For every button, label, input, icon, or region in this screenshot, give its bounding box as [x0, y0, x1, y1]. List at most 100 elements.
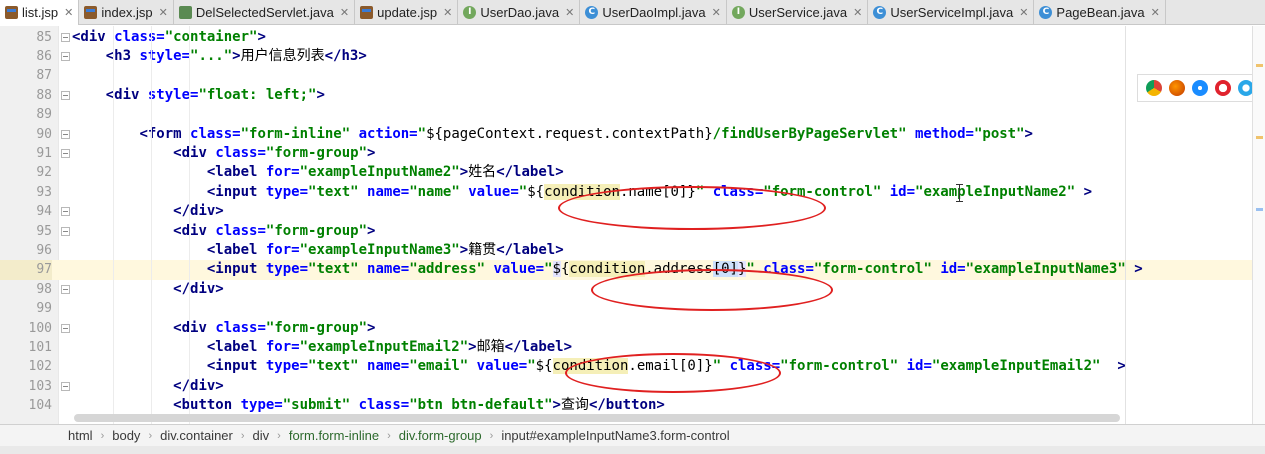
- tab-list-jsp[interactable]: list.jsp ✕: [0, 0, 80, 25]
- jsp-file-icon: [360, 6, 374, 19]
- tab-label: UserDaoImpl.java: [602, 5, 706, 20]
- scroll-marker: [1256, 208, 1263, 211]
- tab-label: update.jsp: [377, 5, 438, 20]
- code-text: <div class="form-group">: [173, 319, 376, 336]
- browser-preview-bar: [1137, 74, 1263, 102]
- tab-userserviceimpl-java[interactable]: C UserServiceImpl.java ✕: [868, 0, 1035, 25]
- chevron-right-icon: ›: [489, 429, 494, 442]
- close-icon[interactable]: ✕: [1019, 6, 1028, 19]
- line-number: 89: [36, 107, 52, 123]
- tab-label: UserServiceImpl.java: [890, 5, 1014, 20]
- breadcrumb-item[interactable]: div.container: [160, 428, 233, 443]
- line-number: 91: [36, 145, 52, 161]
- tab-userservice-java[interactable]: I UserService.java ✕: [727, 0, 869, 25]
- fold-toggle-icon[interactable]: [61, 129, 70, 139]
- line-number: 100: [28, 320, 52, 336]
- close-icon[interactable]: ✕: [712, 6, 721, 19]
- tab-update-jsp[interactable]: update.jsp ✕: [355, 0, 459, 25]
- code-text: <div class="form-group">: [173, 222, 376, 239]
- tab-delselectedservlet-java[interactable]: DelSelectedServlet.java ✕: [174, 0, 356, 25]
- fold-toggle-icon[interactable]: [61, 226, 70, 236]
- vertical-scrollbar[interactable]: [1252, 26, 1265, 424]
- chevron-right-icon: ›: [240, 429, 245, 442]
- interface-icon: I: [731, 6, 745, 19]
- tab-index-jsp[interactable]: index.jsp ✕: [79, 0, 174, 25]
- chrome-icon[interactable]: [1145, 80, 1162, 96]
- jsp-file-icon: [5, 6, 18, 19]
- code-text: <form class="form-inline" action="${page…: [139, 125, 1033, 142]
- chevron-right-icon: ›: [148, 429, 153, 442]
- line-number: 98: [36, 281, 52, 297]
- line-number: 88: [36, 87, 52, 103]
- code-text: </div>: [173, 203, 224, 220]
- firefox-icon[interactable]: [1168, 80, 1185, 96]
- class-icon: C: [585, 6, 599, 19]
- chevron-right-icon: ›: [100, 429, 105, 442]
- breadcrumb: html › body › div.container › div › form.form-in…: [0, 424, 1265, 446]
- chevron-right-icon: ›: [387, 429, 391, 442]
- right-margin-guide: [1125, 26, 1126, 424]
- opera-icon[interactable]: [1215, 80, 1232, 96]
- code-editor[interactable]: 85 <div class="container"> 86 <h3 style=".…: [0, 26, 1265, 424]
- tab-userdaoimpl-java[interactable]: C UserDaoImpl.java ✕: [580, 0, 727, 25]
- code-text: </div>: [173, 280, 224, 297]
- line-number: 103: [28, 378, 52, 394]
- text-cursor: [956, 184, 963, 202]
- class-icon: C: [873, 6, 887, 19]
- fold-toggle-icon[interactable]: [61, 32, 70, 42]
- indent-guide: [113, 26, 114, 424]
- fold-toggle-icon[interactable]: [61, 381, 70, 391]
- code-text: <h3 style="...">用户信息列表</h3>: [105, 47, 367, 64]
- code-text: <div class="container">: [72, 28, 266, 45]
- fold-toggle-icon[interactable]: [61, 323, 70, 333]
- line-number: 96: [36, 242, 52, 258]
- close-icon[interactable]: ✕: [443, 6, 452, 19]
- jsp-file-icon: [84, 6, 98, 19]
- horizontal-scrollbar[interactable]: [74, 414, 1120, 422]
- indent-guide: [189, 26, 190, 424]
- fold-toggle-icon[interactable]: [61, 284, 70, 294]
- tab-label: PageBean.java: [1056, 5, 1145, 20]
- breadcrumb-item[interactable]: input#exampleInputName3.form-control: [501, 428, 729, 443]
- interface-icon: I: [463, 6, 477, 19]
- safari-icon[interactable]: [1191, 80, 1208, 96]
- breadcrumb-item[interactable]: form.form-inline: [289, 428, 379, 443]
- code-text: <label for="exampleInputName2">姓名</label…: [206, 164, 564, 181]
- chevron-right-icon: ›: [277, 429, 281, 442]
- annotation-circle-name: [558, 186, 826, 230]
- class-icon: C: [1039, 6, 1053, 19]
- close-icon[interactable]: ✕: [565, 6, 574, 19]
- line-number: 85: [36, 29, 52, 45]
- close-icon[interactable]: ✕: [159, 6, 168, 19]
- tab-userdao-java[interactable]: I UserDao.java ✕: [458, 0, 581, 25]
- annotation-circle-email: [565, 353, 781, 393]
- fold-toggle-icon[interactable]: [61, 90, 70, 100]
- code-text: <label for="exampleInputEmail2">邮箱</labe…: [206, 338, 573, 355]
- close-icon[interactable]: ✕: [853, 6, 862, 19]
- tab-label: list.jsp: [22, 5, 59, 20]
- annotation-circle-address: [591, 269, 833, 311]
- breadcrumb-item[interactable]: body: [112, 428, 140, 443]
- scroll-marker: [1256, 136, 1263, 139]
- breadcrumb-item[interactable]: div: [253, 428, 270, 443]
- breadcrumb-item[interactable]: div.form-group: [399, 428, 482, 443]
- code-text: <div class="form-group">: [173, 144, 376, 161]
- breadcrumb-item[interactable]: html: [68, 428, 93, 443]
- tab-pagebean-java[interactable]: C PageBean.java ✕: [1034, 0, 1166, 25]
- tab-label: DelSelectedServlet.java: [195, 5, 334, 20]
- fold-toggle-icon[interactable]: [61, 207, 70, 217]
- scroll-marker: [1256, 64, 1263, 67]
- fold-toggle-icon[interactable]: [61, 51, 70, 61]
- code-text: <button type="submit" class="btn btn-def…: [173, 397, 665, 414]
- line-number: 101: [28, 339, 52, 355]
- status-bar: [0, 446, 1265, 454]
- tab-label: UserDao.java: [480, 5, 560, 20]
- code-text: <input type="text" name="address" value=…: [206, 261, 1143, 278]
- close-icon[interactable]: ✕: [1151, 6, 1160, 19]
- line-number: 102: [28, 359, 52, 375]
- indent-guide: [151, 26, 152, 424]
- close-icon[interactable]: ✕: [340, 6, 349, 19]
- close-icon[interactable]: ✕: [64, 6, 73, 19]
- line-number: 93: [36, 184, 52, 200]
- fold-toggle-icon[interactable]: [61, 148, 70, 158]
